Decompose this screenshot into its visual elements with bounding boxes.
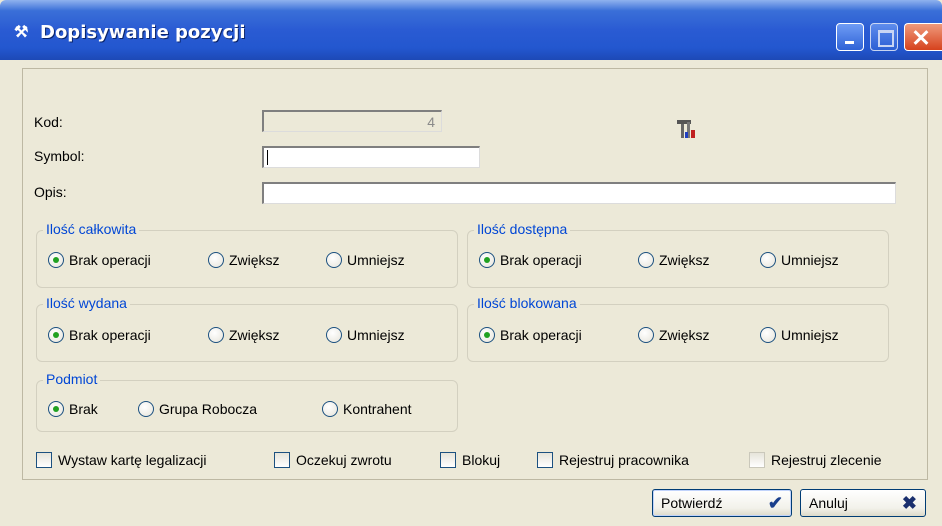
radio-dostepna-umniejsz[interactable]: Umniejsz xyxy=(760,252,839,268)
checkbox-label: Blokuj xyxy=(462,452,501,468)
confirm-button-label: Potwierdź xyxy=(661,495,723,511)
tools-icon[interactable] xyxy=(673,114,701,142)
radio-label: Brak operacji xyxy=(69,252,151,268)
group-title-podmiot: Podmiot xyxy=(43,371,101,387)
checkbox-blokuj[interactable]: Blokuj xyxy=(440,452,500,468)
checkbox-label: Oczekuj zwrotu xyxy=(296,452,392,468)
close-x-icon: ✖ xyxy=(901,492,917,513)
checkbox-box xyxy=(274,452,290,468)
radio-dot xyxy=(326,252,342,268)
radio-dot xyxy=(638,327,654,343)
group-title-ilosc-wydana: Ilość wydana xyxy=(43,295,130,311)
cancel-button[interactable]: Anuluj ✖ xyxy=(800,489,926,517)
radio-blokowana-zwieksz[interactable]: Zwiększ xyxy=(638,327,710,343)
cancel-button-label: Anuluj xyxy=(809,495,848,511)
radio-dot xyxy=(322,401,338,417)
title-bar[interactable]: ⚒ Dopisywanie pozycji xyxy=(0,0,942,60)
radio-podmiot-grupa-robocza[interactable]: Grupa Robocza xyxy=(138,401,257,417)
radio-label: Brak operacji xyxy=(500,252,582,268)
radio-calkowita-umniejsz[interactable]: Umniejsz xyxy=(326,252,405,268)
radio-label: Zwiększ xyxy=(659,252,710,268)
radio-wydana-brak[interactable]: Brak operacji xyxy=(48,327,151,343)
checkbox-label: Rejestruj zlecenie xyxy=(771,452,882,468)
radio-label: Umniejsz xyxy=(781,252,839,268)
radio-calkowita-zwieksz[interactable]: Zwiększ xyxy=(208,252,280,268)
checkbox-box xyxy=(537,452,553,468)
symbol-input[interactable] xyxy=(262,146,480,168)
radio-calkowita-brak[interactable]: Brak operacji xyxy=(48,252,151,268)
radio-label: Umniejsz xyxy=(781,327,839,343)
radio-label: Zwiększ xyxy=(659,327,710,343)
checkbox-rejestruj-pracownika[interactable]: Rejestruj pracownika xyxy=(537,452,689,468)
checkbox-wystaw-karte[interactable]: Wystaw kartę legalizacji xyxy=(36,452,206,468)
radio-dot xyxy=(638,252,654,268)
opis-label: Opis: xyxy=(34,184,67,200)
checkbox-rejestruj-zlecenie[interactable]: Rejestruj zlecenie xyxy=(749,452,882,468)
group-title-ilosc-dostepna: Ilość dostępna xyxy=(474,221,571,237)
radio-podmiot-brak[interactable]: Brak xyxy=(48,401,98,417)
minimize-button[interactable] xyxy=(836,23,864,51)
radio-dostepna-zwieksz[interactable]: Zwiększ xyxy=(638,252,710,268)
maximize-button[interactable] xyxy=(870,23,898,51)
group-title-ilosc-blokowana: Ilość blokowana xyxy=(474,295,580,311)
radio-label: Zwiększ xyxy=(229,252,280,268)
checkbox-oczekuj-zwrotu[interactable]: Oczekuj zwrotu xyxy=(274,452,392,468)
radio-blokowana-umniejsz[interactable]: Umniejsz xyxy=(760,327,839,343)
radio-dot xyxy=(48,252,64,268)
checkbox-box xyxy=(36,452,52,468)
radio-label: Brak xyxy=(69,401,98,417)
radio-podmiot-kontrahent[interactable]: Kontrahent xyxy=(322,401,412,417)
checkbox-label: Wystaw kartę legalizacji xyxy=(58,452,207,468)
checkbox-label: Rejestruj pracownika xyxy=(559,452,689,468)
radio-label: Kontrahent xyxy=(343,401,412,417)
radio-dostepna-brak[interactable]: Brak operacji xyxy=(479,252,582,268)
radio-wydana-zwieksz[interactable]: Zwiększ xyxy=(208,327,280,343)
symbol-label: Symbol: xyxy=(34,148,85,164)
radio-label: Zwiększ xyxy=(229,327,280,343)
radio-label: Brak operacji xyxy=(500,327,582,343)
radio-dot xyxy=(760,327,776,343)
radio-dot xyxy=(138,401,154,417)
radio-label: Brak operacji xyxy=(69,327,151,343)
kod-field: 4 xyxy=(262,110,442,132)
radio-dot xyxy=(208,252,224,268)
radio-label: Umniejsz xyxy=(347,327,405,343)
radio-label: Grupa Robocza xyxy=(159,401,258,417)
kod-label: Kod: xyxy=(34,114,63,130)
radio-dot xyxy=(48,327,64,343)
group-title-ilosc-calkowita: Ilość całkowita xyxy=(43,221,140,237)
checkmark-icon: ✔ xyxy=(767,492,783,513)
radio-dot xyxy=(479,252,495,268)
radio-dot xyxy=(760,252,776,268)
radio-dot xyxy=(208,327,224,343)
dialog-window: ⚒ Dopisywanie pozycji Kod: 4 Symbol: Opi… xyxy=(0,0,942,526)
radio-dot xyxy=(479,327,495,343)
radio-dot xyxy=(48,401,64,417)
radio-label: Umniejsz xyxy=(347,252,405,268)
radio-blokowana-brak[interactable]: Brak operacji xyxy=(479,327,582,343)
checkbox-box xyxy=(749,452,765,468)
checkbox-box xyxy=(440,452,456,468)
confirm-button[interactable]: Potwierdź ✔ xyxy=(652,489,792,517)
window-title: Dopisywanie pozycji xyxy=(40,22,246,43)
opis-input[interactable] xyxy=(262,182,896,204)
radio-wydana-umniejsz[interactable]: Umniejsz xyxy=(326,327,405,343)
hammer-icon: ⚒ xyxy=(14,24,29,41)
close-button[interactable] xyxy=(904,23,942,51)
radio-dot xyxy=(326,327,342,343)
